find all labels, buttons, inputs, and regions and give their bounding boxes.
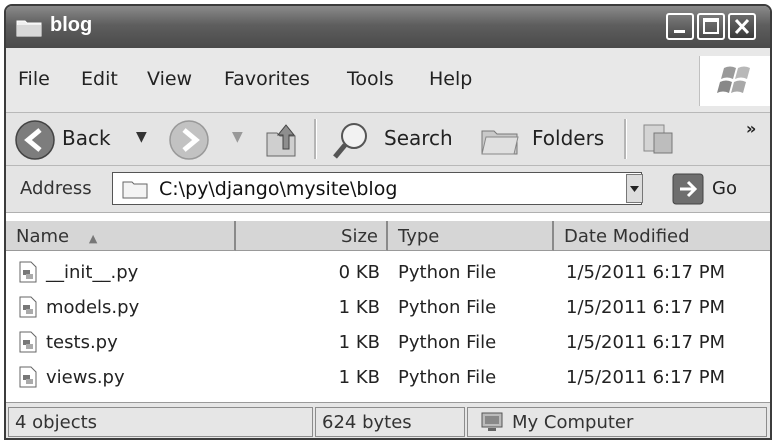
search-button[interactable]: Search: [324, 117, 466, 161]
folder-icon: [16, 20, 42, 37]
address-label: Address: [20, 178, 92, 199]
python-file-icon: [19, 331, 37, 353]
status-location-label: My Computer: [512, 412, 634, 433]
address-input[interactable]: C:\py\django\mysite\blog: [112, 172, 642, 205]
status-objects: 4 objects: [8, 407, 313, 437]
window-title: blog: [50, 14, 93, 36]
column-header-size[interactable]: Size: [236, 221, 388, 251]
file-date-modified: 1/5/2011 6:17 PM: [566, 332, 726, 353]
python-file-icon: [19, 296, 37, 318]
go-label: Go: [712, 178, 737, 199]
go-button[interactable]: Go: [670, 171, 760, 207]
forward-button[interactable]: ▼: [166, 117, 250, 161]
maximize-icon: [703, 18, 719, 34]
forward-arrow-icon: [169, 120, 209, 160]
file-date-modified: 1/5/2011 6:17 PM: [566, 367, 726, 388]
file-name: __init__.py: [46, 262, 139, 283]
menu-view[interactable]: View: [147, 68, 192, 90]
views-icon[interactable]: [638, 119, 678, 159]
folder-icon: [122, 181, 148, 199]
title-bar[interactable]: blog: [6, 6, 770, 48]
back-button[interactable]: Back ▼: [12, 117, 160, 161]
file-type: Python File: [398, 297, 497, 318]
back-label: Back: [62, 126, 111, 150]
status-size: 624 bytes: [315, 407, 465, 437]
minimize-icon: [674, 30, 685, 33]
table-row[interactable]: __init__.py 0 KB Python File 1/5/2011 6:17 …: [6, 255, 770, 289]
menu-file[interactable]: File: [18, 68, 50, 90]
file-list: Name ▲ Size Type Date Modified __init__.…: [6, 213, 770, 402]
python-file-icon: [19, 366, 37, 388]
explorer-window: blog File Edit View Favorites Tools Help: [4, 4, 772, 440]
close-button[interactable]: [728, 13, 756, 40]
back-arrow-icon: [15, 120, 55, 160]
table-row[interactable]: views.py 1 KB Python File 1/5/2011 6:17 PM: [6, 360, 770, 394]
search-magnifier-icon: [333, 123, 367, 159]
address-bar: Address C:\py\django\mysite\blog Go: [6, 166, 770, 213]
my-computer-icon: [481, 412, 503, 431]
address-dropdown-button[interactable]: [626, 174, 643, 203]
maximize-button[interactable]: [697, 13, 725, 40]
minimize-button[interactable]: [666, 13, 694, 40]
windows-logo-icon: [699, 56, 770, 106]
file-name: views.py: [46, 367, 125, 388]
file-size: 1 KB: [338, 367, 380, 388]
menu-help[interactable]: Help: [429, 68, 472, 90]
toolbar-separator: [624, 119, 627, 159]
table-row[interactable]: tests.py 1 KB Python File 1/5/2011 6:17 PM: [6, 325, 770, 359]
table-row[interactable]: models.py 1 KB Python File 1/5/2011 6:17 PM: [6, 290, 770, 324]
chevron-down-icon: [630, 186, 639, 192]
close-icon: [734, 18, 750, 35]
folders-button[interactable]: Folders: [476, 117, 616, 161]
file-type: Python File: [398, 332, 497, 353]
file-date-modified: 1/5/2011 6:17 PM: [566, 297, 726, 318]
file-type: Python File: [398, 367, 497, 388]
toolbar: Back ▼ ▼ Search Folders »: [6, 113, 770, 166]
search-label: Search: [384, 126, 453, 150]
file-size: 1 KB: [338, 297, 380, 318]
file-type: Python File: [398, 262, 497, 283]
sort-ascending-icon: ▲: [88, 232, 98, 245]
python-file-icon: [19, 261, 37, 283]
up-folder-icon[interactable]: [261, 119, 301, 159]
menu-bar: File Edit View Favorites Tools Help: [6, 48, 770, 113]
address-value: C:\py\django\mysite\blog: [159, 178, 398, 200]
menu-favorites[interactable]: Favorites: [224, 68, 310, 90]
column-header-type[interactable]: Type: [388, 221, 554, 251]
column-header-name[interactable]: Name ▲: [6, 221, 236, 251]
status-location: My Computer: [467, 407, 767, 437]
toolbar-separator: [314, 119, 317, 159]
file-name: models.py: [46, 297, 140, 318]
go-arrow-icon: [672, 173, 704, 205]
folders-icon: [481, 130, 519, 155]
column-header-date-modified[interactable]: Date Modified: [554, 221, 770, 251]
menu-tools[interactable]: Tools: [347, 68, 394, 90]
file-name: tests.py: [46, 332, 118, 353]
column-header-name-label: Name: [16, 226, 70, 247]
file-size: 1 KB: [338, 332, 380, 353]
toolbar-chevron-icon[interactable]: »: [746, 119, 756, 138]
file-size: 0 KB: [338, 262, 380, 283]
menu-edit[interactable]: Edit: [81, 68, 118, 90]
file-date-modified: 1/5/2011 6:17 PM: [566, 262, 726, 283]
status-bar: 4 objects 624 bytes My Computer: [6, 402, 770, 438]
folders-label: Folders: [532, 126, 605, 150]
forward-dropdown-icon[interactable]: ▼: [232, 129, 243, 145]
back-dropdown-icon[interactable]: ▼: [136, 129, 147, 145]
